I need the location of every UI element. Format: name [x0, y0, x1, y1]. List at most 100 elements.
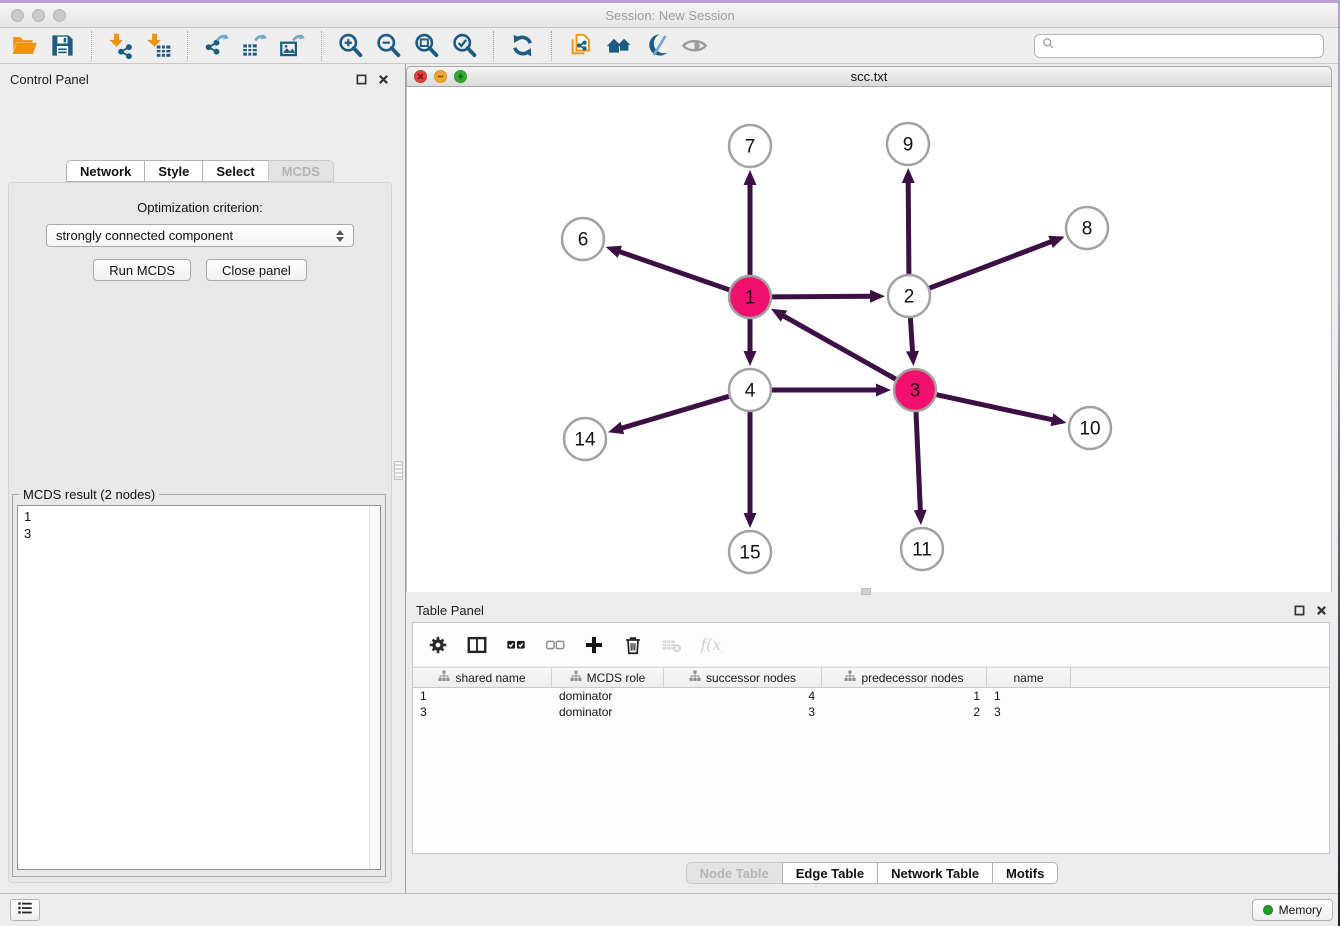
window-titlebar[interactable]: Session: New Session [0, 3, 1340, 28]
task-list-icon [16, 899, 34, 922]
save-session-icon[interactable] [48, 31, 77, 60]
tab-select[interactable]: Select [202, 160, 268, 182]
search-icon [1042, 37, 1055, 55]
column-header-name[interactable]: name [987, 668, 1071, 687]
network-view-window: scc.txt 7 9 6 8 1 2 4 3 14 10 15 11 [406, 66, 1332, 592]
cell-predecessor-nodes[interactable]: 1 [822, 688, 987, 704]
memory-label: Memory [1279, 903, 1322, 917]
tab-motifs[interactable]: Motifs [992, 862, 1058, 884]
show-hide-graphics-icon[interactable] [680, 31, 709, 60]
vertical-splitter-handle[interactable] [394, 461, 403, 480]
toolbar-separator [551, 31, 552, 61]
tab-edge-table[interactable]: Edge Table [782, 862, 878, 884]
application-window: Session: New Session Control Panel Netwo… [0, 0, 1340, 926]
graph-node-11[interactable]: 11 [901, 528, 943, 570]
zoom-selected-icon[interactable] [450, 31, 479, 60]
svg-text:15: 15 [739, 543, 760, 564]
graph-edge-1-2[interactable] [772, 296, 872, 297]
graph-node-14[interactable]: 14 [564, 418, 606, 460]
close-panel-button[interactable]: Close panel [206, 259, 307, 281]
zoom-out-icon[interactable] [374, 31, 403, 60]
cell-successor-nodes[interactable]: 3 [664, 704, 822, 720]
cell-name[interactable]: 1 [987, 688, 1071, 704]
mcds-result-text[interactable]: 1 3 [17, 505, 381, 870]
network-canvas[interactable]: 7 9 6 8 1 2 4 3 14 10 15 11 [406, 87, 1332, 592]
search-box[interactable] [1034, 34, 1324, 58]
table-row[interactable]: 3dominator323 [413, 704, 1329, 720]
run-mcds-button[interactable]: Run MCDS [93, 259, 191, 281]
graph-edge-3-10[interactable] [937, 395, 1054, 420]
float-panel-icon[interactable] [355, 73, 368, 86]
float-table-panel-icon[interactable] [1293, 604, 1306, 617]
graph-edge-2-8[interactable] [930, 241, 1053, 288]
graph-edge-2-9[interactable] [908, 181, 909, 274]
graph-node-15[interactable]: 15 [729, 531, 771, 573]
delete-column-icon[interactable] [621, 633, 645, 657]
tab-node-table[interactable]: Node Table [686, 862, 783, 884]
svg-text:6: 6 [578, 230, 589, 251]
graph-node-6[interactable]: 6 [562, 218, 604, 260]
close-panel-icon[interactable] [377, 73, 390, 86]
cell-name[interactable]: 3 [987, 704, 1071, 720]
tab-style[interactable]: Style [144, 160, 203, 182]
export-image-icon[interactable] [278, 31, 307, 60]
graph-node-2[interactable]: 2 [888, 275, 930, 317]
select-all-icon[interactable] [504, 633, 528, 657]
import-table-icon[interactable] [144, 31, 173, 60]
cell-mcds-role[interactable]: dominator [552, 688, 664, 704]
import-network-icon[interactable] [106, 31, 135, 60]
zoom-in-icon[interactable] [336, 31, 365, 60]
export-table-icon[interactable] [240, 31, 269, 60]
table-row[interactable]: 1dominator411 [413, 688, 1329, 704]
task-history-button[interactable] [10, 899, 40, 921]
duplicate-network-icon[interactable] [566, 31, 595, 60]
graph-edge-1-6[interactable] [618, 251, 729, 290]
column-header-shared-name[interactable]: shared name [413, 668, 552, 687]
graph-node-9[interactable]: 9 [887, 123, 929, 165]
criterion-select[interactable]: strongly connected component [46, 224, 354, 247]
zoom-fit-icon[interactable] [412, 31, 441, 60]
cell-shared-name[interactable]: 3 [413, 704, 552, 720]
svg-text:10: 10 [1079, 419, 1100, 440]
refresh-view-icon[interactable] [508, 31, 537, 60]
graph-node-4[interactable]: 4 [729, 369, 771, 411]
graph-node-8[interactable]: 8 [1066, 207, 1108, 249]
network-window-titlebar[interactable]: scc.txt [406, 66, 1332, 87]
graph-node-1[interactable]: 1 [729, 276, 771, 318]
column-header-predecessor-nodes[interactable]: predecessor nodes [822, 668, 987, 687]
graph-arrowhead [902, 168, 915, 183]
column-header-successor-nodes[interactable]: successor nodes [664, 668, 822, 687]
cell-predecessor-nodes[interactable]: 2 [822, 704, 987, 720]
add-column-icon[interactable] [582, 633, 606, 657]
column-header-mcds-role[interactable]: MCDS role [552, 668, 664, 687]
graph-node-3[interactable]: 3 [894, 369, 936, 411]
deselect-all-icon[interactable] [543, 633, 567, 657]
graph-node-10[interactable]: 10 [1069, 407, 1111, 449]
open-session-icon[interactable] [10, 31, 39, 60]
cell-shared-name[interactable]: 1 [413, 688, 552, 704]
mcds-result-title: MCDS result (2 nodes) [19, 487, 159, 502]
close-table-panel-icon[interactable] [1315, 604, 1328, 617]
main-toolbar [0, 28, 1340, 64]
graph-edge-3-1[interactable] [782, 315, 896, 379]
memory-button[interactable]: Memory [1252, 899, 1333, 921]
control-panel-tabs: NetworkStyleSelectMCDS [0, 160, 400, 183]
graph-edge-2-3[interactable] [910, 318, 912, 353]
tab-network[interactable]: Network [66, 160, 145, 182]
table-settings-icon[interactable] [426, 633, 450, 657]
apply-style-icon[interactable] [642, 31, 671, 60]
cell-successor-nodes[interactable]: 4 [664, 688, 822, 704]
tab-network-table[interactable]: Network Table [877, 862, 993, 884]
cell-mcds-role[interactable]: dominator [552, 704, 664, 720]
graph-node-7[interactable]: 7 [729, 125, 771, 167]
result-scrollbar[interactable] [369, 506, 380, 869]
graph-edge-3-11[interactable] [916, 412, 920, 512]
toolbar-separator [493, 31, 494, 61]
network-resize-handle[interactable] [861, 588, 871, 595]
search-input[interactable] [1060, 37, 1316, 54]
export-network-icon[interactable] [202, 31, 231, 60]
home-view-icon[interactable] [604, 31, 633, 60]
graph-edge-4-14[interactable] [621, 396, 729, 428]
split-panel-icon[interactable] [465, 633, 489, 657]
tab-mcds[interactable]: MCDS [268, 160, 334, 182]
